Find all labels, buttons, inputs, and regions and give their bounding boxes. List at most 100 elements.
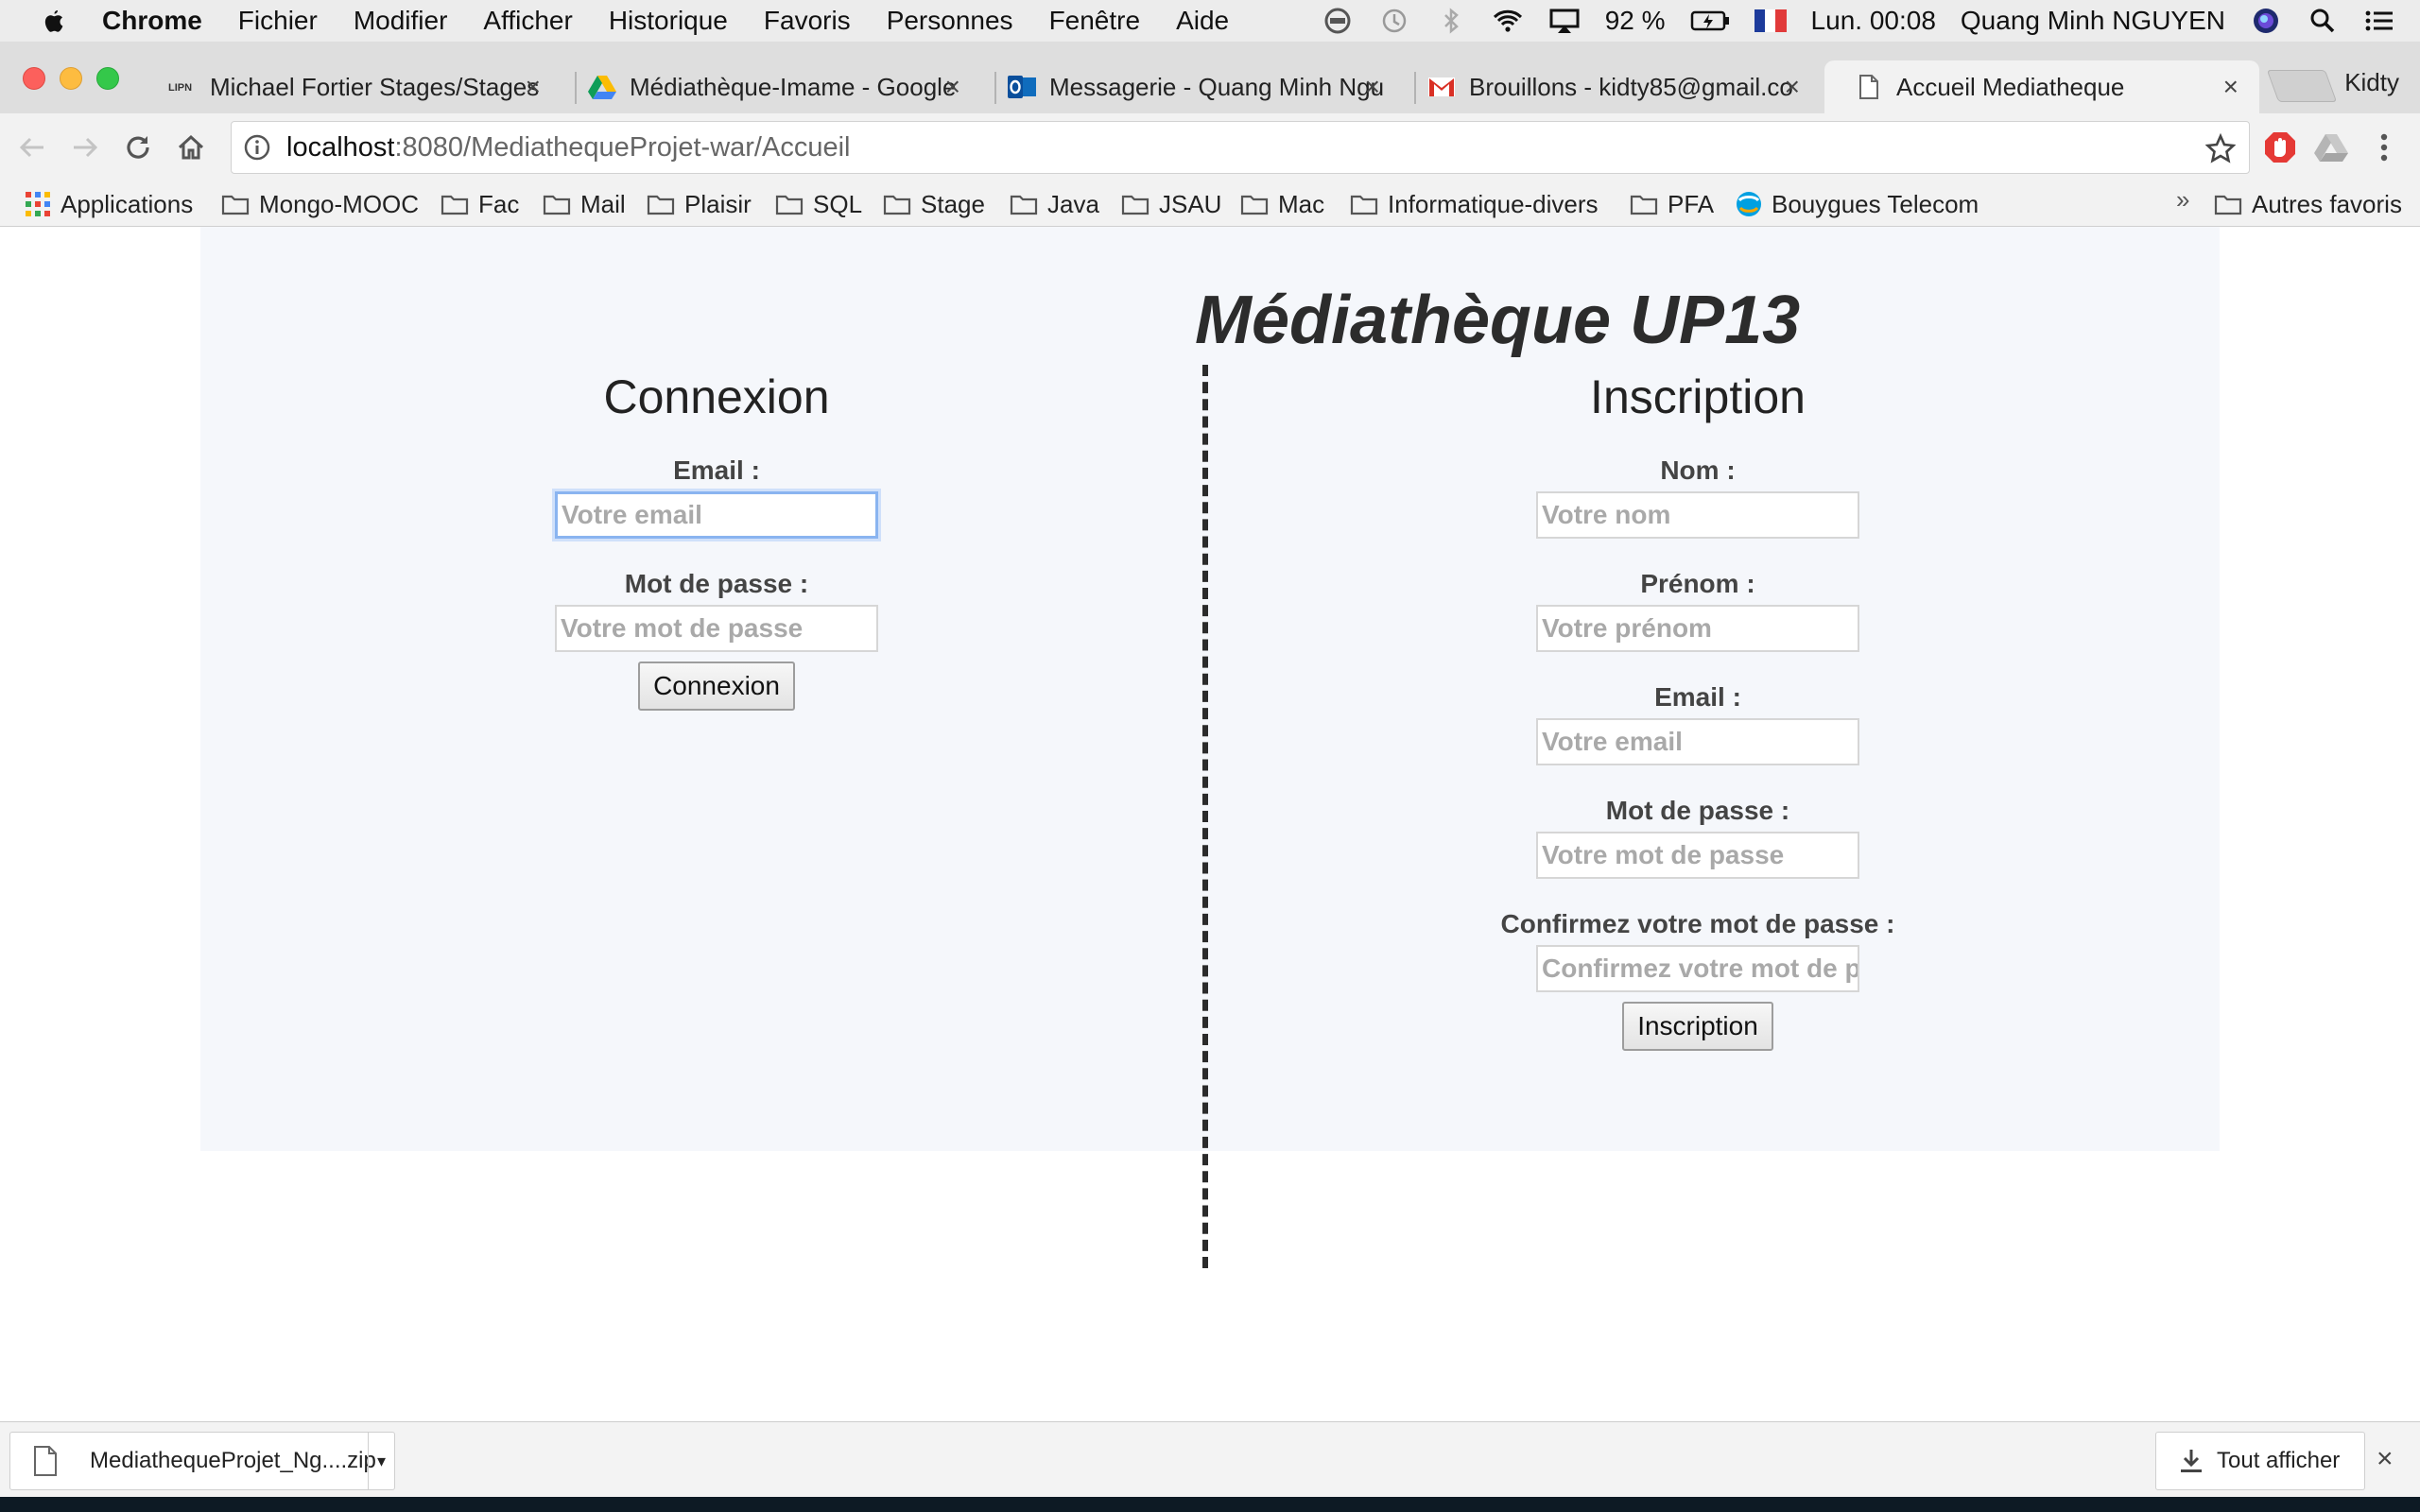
signup-email-input[interactable] bbox=[1536, 718, 1859, 765]
bookmark-applications[interactable]: Applications bbox=[25, 187, 193, 221]
window-zoom-button[interactable] bbox=[96, 67, 119, 90]
tab-title: Accueil Mediatheque bbox=[1896, 72, 2125, 101]
folder-icon bbox=[543, 195, 571, 215]
tab-lipn-stages[interactable]: LIPN Michael Fortier Stages/Stages × bbox=[138, 60, 562, 113]
window-close-button[interactable] bbox=[23, 67, 45, 90]
menu-app-name[interactable]: Chrome bbox=[102, 6, 202, 36]
tab-messagerie-outlook[interactable]: Messagerie - Quang Minh Ngu × bbox=[977, 60, 1401, 113]
menu-favoris[interactable]: Favoris bbox=[764, 6, 851, 36]
bookmark-folder-stage[interactable]: Stage bbox=[883, 187, 985, 221]
bookmark-folder-java[interactable]: Java bbox=[1010, 187, 1099, 221]
folder-icon bbox=[1010, 195, 1038, 215]
vpn-icon[interactable] bbox=[1322, 7, 1354, 35]
login-password-input[interactable] bbox=[555, 605, 878, 652]
address-bar[interactable]: localhost:8080/MediathequeProjet-war/Acc… bbox=[231, 121, 2250, 174]
close-download-shelf-icon[interactable]: × bbox=[2377, 1443, 2394, 1475]
bookmark-folder-autres-favoris[interactable]: Autres favoris bbox=[2214, 187, 2402, 221]
airplay-icon[interactable] bbox=[1548, 7, 1581, 35]
bookmark-bouygues-telecom[interactable]: Bouygues Telecom bbox=[1736, 187, 1979, 221]
window-minimize-button[interactable] bbox=[60, 67, 82, 90]
bookmark-folder-jsau[interactable]: JSAU bbox=[1121, 187, 1221, 221]
bookmark-folder-mongo-mooc[interactable]: Mongo-MOOC bbox=[221, 187, 419, 221]
back-button[interactable] bbox=[13, 129, 51, 166]
bookmark-label: Stage bbox=[921, 189, 985, 218]
back-arrow-icon bbox=[19, 137, 43, 158]
login-email-label: Email : bbox=[673, 455, 760, 485]
battery-charging-icon[interactable] bbox=[1690, 7, 1730, 35]
tab-close-icon[interactable]: × bbox=[1785, 74, 1800, 100]
download-file-name: MediathequeProjet_Ng....zip bbox=[90, 1448, 376, 1473]
bookmarks-overflow-chevron-icon[interactable]: » bbox=[2176, 185, 2189, 215]
bookmark-folder-informatique-divers[interactable]: Informatique-divers bbox=[1350, 187, 1599, 221]
bookmark-folder-sql[interactable]: SQL bbox=[775, 187, 862, 221]
notification-center-icon[interactable] bbox=[2363, 7, 2395, 35]
bookmark-label: Applications bbox=[60, 189, 194, 218]
menu-bar-clock[interactable]: Lun. 00:08 bbox=[1811, 6, 1936, 36]
google-drive-extension-icon[interactable] bbox=[2314, 130, 2348, 164]
bookmark-label: JSAU bbox=[1159, 189, 1222, 218]
reload-button[interactable] bbox=[119, 129, 157, 166]
signup-heading: Inscription bbox=[1590, 370, 1806, 423]
profile-name[interactable]: Kidty bbox=[2344, 68, 2399, 97]
french-flag-input-icon[interactable] bbox=[1754, 9, 1787, 32]
tab-mediatheque-drive[interactable]: Médiathèque-Imame - Google × bbox=[558, 60, 981, 113]
bookmark-folder-pfa[interactable]: PFA bbox=[1630, 187, 1714, 221]
new-tab-button[interactable] bbox=[2266, 70, 2338, 102]
folder-icon bbox=[1630, 195, 1658, 215]
siri-icon[interactable] bbox=[2250, 7, 2282, 35]
menu-personnes[interactable]: Personnes bbox=[887, 6, 1013, 36]
apple-logo-icon[interactable] bbox=[36, 5, 68, 37]
menu-afficher[interactable]: Afficher bbox=[483, 6, 572, 36]
login-submit-button[interactable]: Connexion bbox=[638, 662, 795, 711]
menu-fichier[interactable]: Fichier bbox=[238, 6, 318, 36]
menu-modifier[interactable]: Modifier bbox=[354, 6, 448, 36]
bookmark-folder-mail[interactable]: Mail bbox=[543, 187, 626, 221]
reload-icon bbox=[127, 136, 149, 159]
tab-gmail-brouillons[interactable]: Brouillons - kidty85@gmail.co × bbox=[1397, 60, 1821, 113]
browser-toolbar: localhost:8080/MediathequeProjet-war/Acc… bbox=[0, 113, 2420, 181]
bluetooth-icon[interactable] bbox=[1435, 7, 1467, 35]
spotlight-search-icon[interactable] bbox=[2307, 7, 2339, 35]
info-icon[interactable] bbox=[243, 133, 271, 162]
bookmark-label: Fac bbox=[478, 189, 520, 218]
download-options-chevron-icon[interactable]: ▾ bbox=[368, 1433, 394, 1489]
chrome-menu-icon[interactable] bbox=[2367, 130, 2401, 164]
time-machine-icon[interactable] bbox=[1378, 7, 1410, 35]
show-all-downloads-button[interactable]: Tout afficher bbox=[2155, 1432, 2365, 1490]
google-drive-icon bbox=[588, 73, 616, 101]
bookmark-label: SQL bbox=[813, 189, 863, 218]
menu-fenetre[interactable]: Fenêtre bbox=[1049, 6, 1141, 36]
tab-close-icon[interactable]: × bbox=[1365, 74, 1380, 100]
signup-confirm-password-input[interactable] bbox=[1536, 945, 1859, 992]
tab-close-icon[interactable]: × bbox=[526, 74, 541, 100]
macos-menu-bar: Chrome Fichier Modifier Afficher Histori… bbox=[0, 0, 2420, 42]
adblock-extension-icon[interactable] bbox=[2263, 130, 2297, 164]
bookmark-label: Java bbox=[1047, 189, 1099, 218]
bouygues-telecom-icon bbox=[1737, 192, 1761, 216]
signup-nom-input[interactable] bbox=[1536, 491, 1859, 539]
bookmark-folder-mac[interactable]: Mac bbox=[1240, 187, 1324, 221]
menu-historique[interactable]: Historique bbox=[609, 6, 728, 36]
signup-prenom-input[interactable] bbox=[1536, 605, 1859, 652]
tab-close-icon[interactable]: × bbox=[945, 74, 960, 100]
menu-bar-user[interactable]: Quang Minh NGUYEN bbox=[1961, 6, 2225, 36]
tab-title: Médiathèque-Imame - Google bbox=[630, 72, 957, 101]
signup-password-input[interactable] bbox=[1536, 832, 1859, 879]
battery-percentage[interactable]: 92 % bbox=[1605, 6, 1666, 36]
menu-aide[interactable]: Aide bbox=[1176, 6, 1229, 36]
tab-close-icon[interactable]: × bbox=[2223, 74, 2238, 100]
bookmark-folder-plaisir[interactable]: Plaisir bbox=[647, 187, 752, 221]
bookmark-label: PFA bbox=[1668, 189, 1715, 218]
download-item[interactable]: MediathequeProjet_Ng....zip ▾ bbox=[9, 1432, 395, 1490]
forward-button[interactable] bbox=[66, 129, 104, 166]
login-email-input[interactable] bbox=[555, 491, 878, 539]
lipn-icon: LIPN bbox=[168, 73, 197, 101]
tab-accueil-mediatheque[interactable]: Accueil Mediatheque × bbox=[1824, 60, 2259, 113]
bookmark-folder-fac[interactable]: Fac bbox=[441, 187, 519, 221]
folder-icon bbox=[1121, 195, 1150, 215]
wifi-icon[interactable] bbox=[1492, 7, 1524, 35]
home-button[interactable] bbox=[172, 129, 210, 166]
folder-icon bbox=[1350, 195, 1378, 215]
signup-submit-button[interactable]: Inscription bbox=[1622, 1002, 1773, 1051]
bookmark-star-icon[interactable] bbox=[2205, 133, 2236, 163]
